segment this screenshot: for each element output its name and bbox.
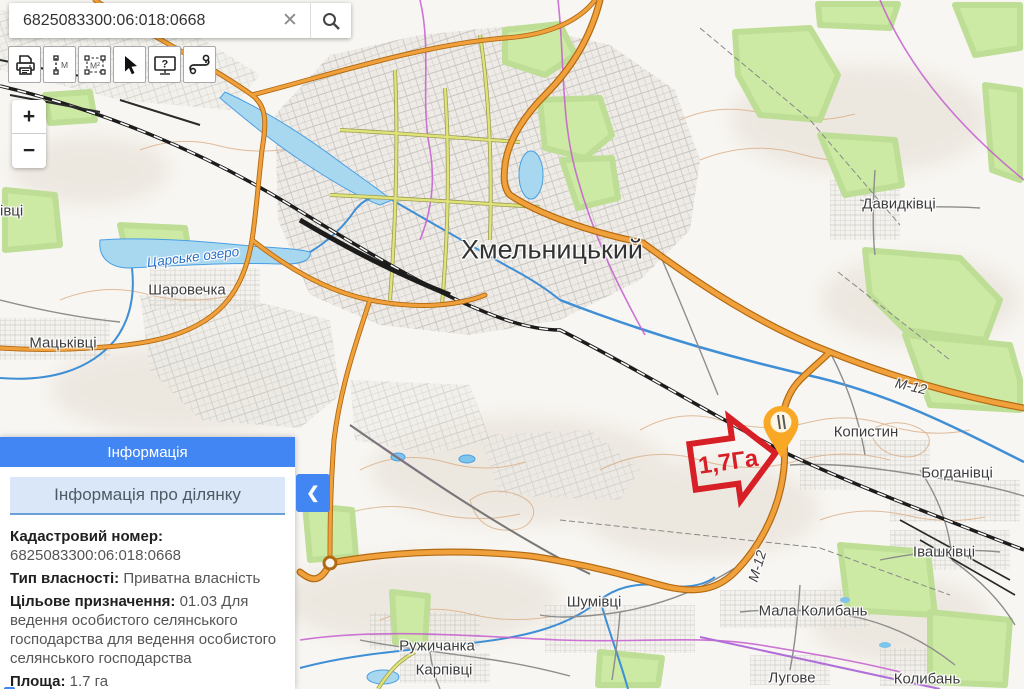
field-value: 6825083300:06:018:0668 xyxy=(10,546,285,565)
info-panel-title: Інформація xyxy=(0,437,295,467)
map-label-khmelnytskyi: Хмельницький xyxy=(461,235,643,266)
cursor-tool-button[interactable] xyxy=(113,46,146,83)
map-label-mala-kolyban: Мала Колибань xyxy=(759,603,868,620)
parcel-fields: Кадастровий номер: 6825083300:06:018:066… xyxy=(10,527,285,689)
measure-area-icon: M² xyxy=(82,53,108,77)
zoom-out-button[interactable]: − xyxy=(12,134,46,168)
map-label-matskivtsi: Мацьківці xyxy=(29,335,96,352)
search-icon xyxy=(321,11,341,31)
route-button[interactable] xyxy=(183,46,216,83)
tab-parcel-info[interactable]: Інформація про ділянку xyxy=(10,477,285,515)
measure-area-button[interactable]: M² xyxy=(78,46,111,83)
field-label: Цільове призначення: xyxy=(10,593,175,610)
field-ownership-type: Тип власності: Приватна власність xyxy=(10,569,285,588)
field-cadastral-number: Кадастровий номер: 6825083300:06:018:066… xyxy=(10,527,285,565)
help-icon: ? xyxy=(152,53,178,77)
map-label-kopystyn: Копистин xyxy=(834,424,899,441)
map-label-bohdanivtsi: Богданівці xyxy=(921,465,993,482)
map-label-shumivtsi: Шумівці xyxy=(567,594,622,611)
zoom-controls: + − xyxy=(12,100,46,168)
cursor-icon xyxy=(118,53,142,77)
info-panel: Інформація Інформація про ділянку Кадаст… xyxy=(0,437,295,689)
print-button[interactable] xyxy=(8,46,41,83)
map-label-kolyban: Колибань xyxy=(894,671,961,688)
map-label-ruzhychanka: Ружичанка xyxy=(399,638,475,655)
map-label-sharovechka: Шаровечка xyxy=(148,282,225,299)
field-value: Приватна власність xyxy=(123,570,260,587)
cadastral-map-app: 1,7Га Хмельницький Давидківці Царське оз… xyxy=(0,0,1024,689)
field-label: Тип власності: xyxy=(10,570,119,587)
map-label-luhove: Лугове xyxy=(768,670,815,687)
svg-text:M: M xyxy=(61,60,68,70)
search-button[interactable] xyxy=(311,3,351,38)
map-label-partial-left-edge: івці xyxy=(0,203,23,220)
map-label-ivashkivtsi: Івашківці xyxy=(913,544,975,561)
field-label: Кадастровий номер: xyxy=(10,528,163,545)
route-icon xyxy=(187,53,213,77)
map-toolbar: M M² ? xyxy=(8,46,216,83)
map-label-karpivtsi: Карпівці xyxy=(416,662,473,679)
partial-legend-row xyxy=(4,685,264,689)
svg-text:?: ? xyxy=(161,58,168,70)
svg-text:M²: M² xyxy=(90,60,100,70)
search-input[interactable] xyxy=(9,3,270,38)
measure-length-icon: M xyxy=(48,53,72,77)
measure-length-button[interactable]: M xyxy=(43,46,76,83)
collapse-panel-button[interactable]: ❮ xyxy=(296,474,330,512)
clear-search-button[interactable]: ✕ xyxy=(270,3,310,38)
info-panel-body: Інформація про ділянку Кадастровий номер… xyxy=(0,467,295,689)
printer-icon xyxy=(13,53,37,77)
cadastral-search-box: ✕ xyxy=(9,3,351,38)
field-designated-purpose: Цільове призначення: 01.03 Для ведення о… xyxy=(10,592,285,668)
map-label-davydkivtsi: Давидківці xyxy=(862,196,935,213)
help-button[interactable]: ? xyxy=(148,46,181,83)
zoom-in-button[interactable]: + xyxy=(12,100,46,134)
